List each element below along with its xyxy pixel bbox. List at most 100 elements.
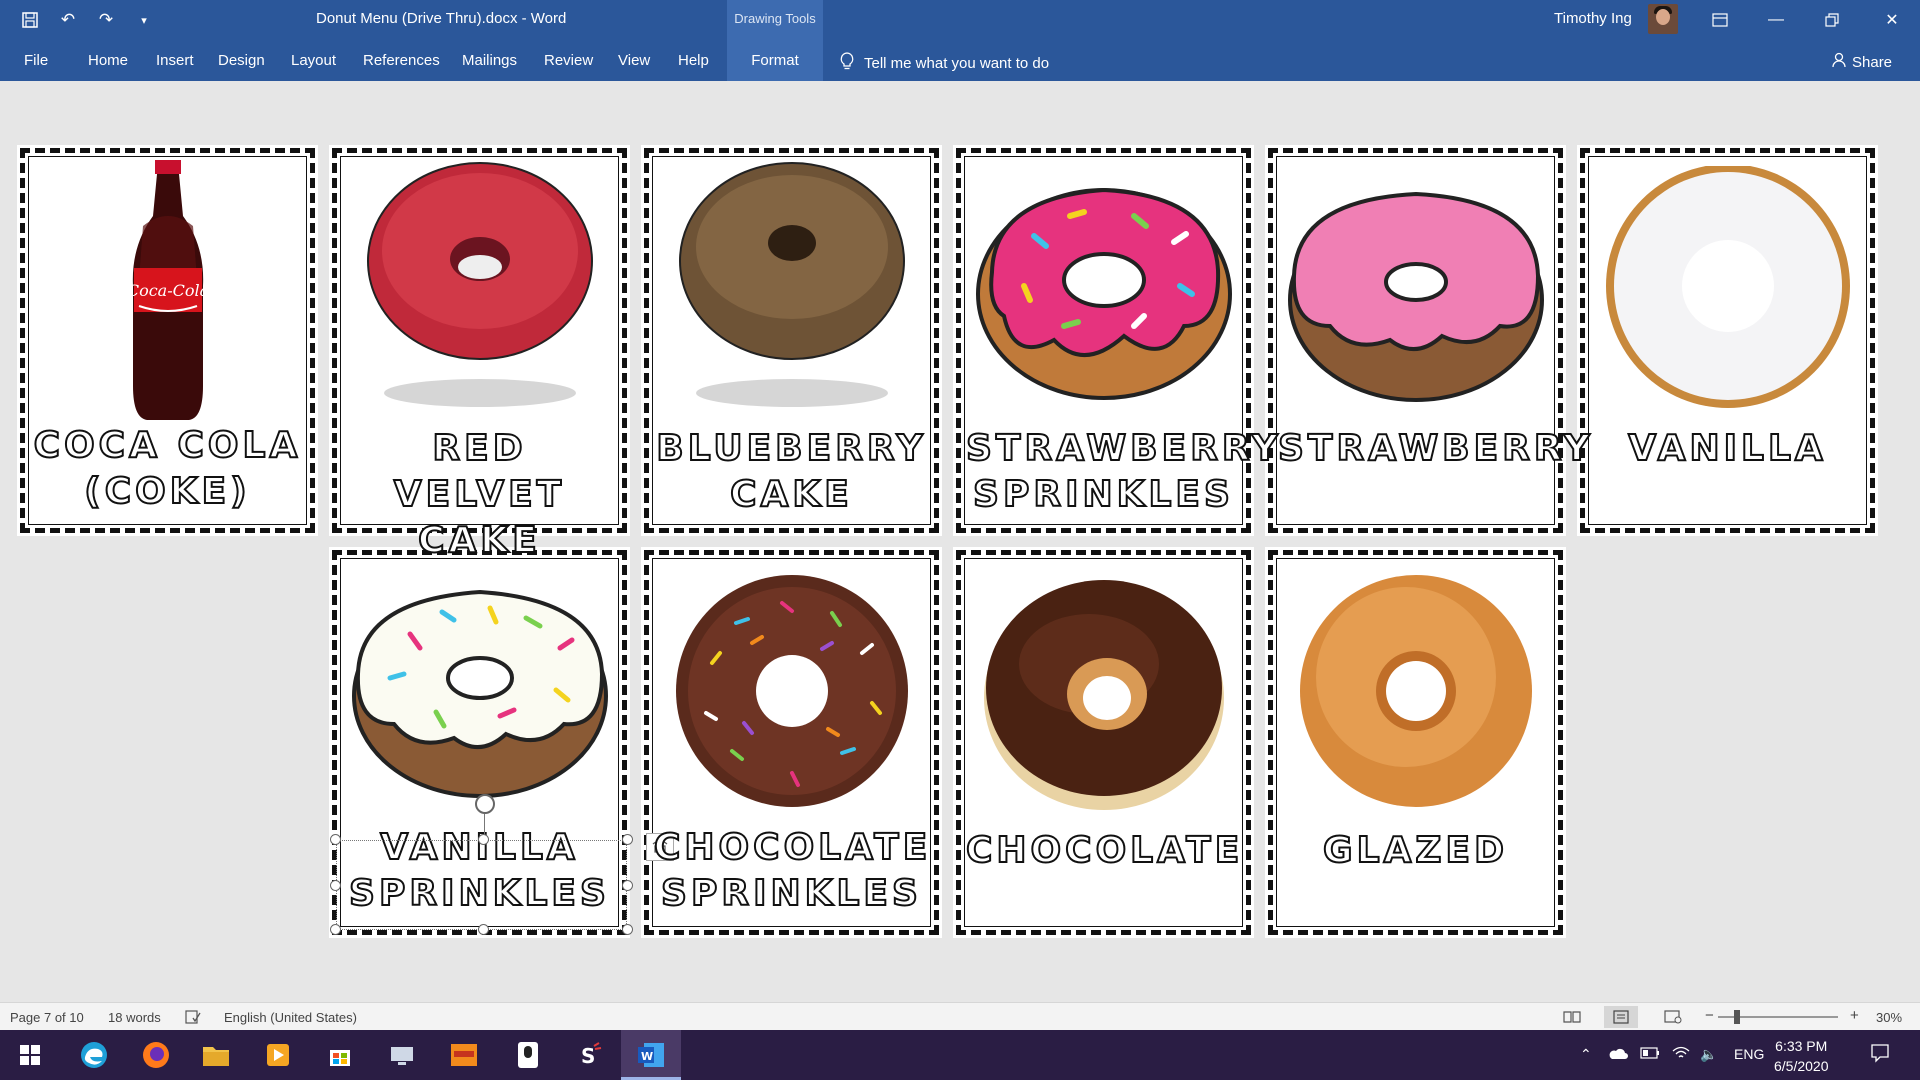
drawing-tools-context-label: Drawing Tools xyxy=(727,0,823,40)
close-icon[interactable]: ✕ xyxy=(1864,0,1920,40)
status-bar: Page 7 of 10 18 words English (United St… xyxy=(0,1002,1920,1030)
print-layout-icon[interactable] xyxy=(1604,1006,1638,1028)
file-explorer-icon[interactable] xyxy=(200,1039,232,1071)
snagit-icon[interactable]: S xyxy=(574,1039,606,1071)
mouse-app-icon[interactable] xyxy=(512,1039,544,1071)
page-indicator[interactable]: Page 7 of 10 xyxy=(10,1010,84,1025)
glazed-donut-icon[interactable] xyxy=(1276,558,1555,828)
store-icon[interactable] xyxy=(324,1039,356,1071)
person-icon xyxy=(1832,52,1846,72)
menu-card-glazed[interactable]: Glazed xyxy=(1265,547,1566,938)
tell-me-text: Tell me what you want to do xyxy=(864,54,1050,72)
strawberry-donut-icon[interactable] xyxy=(1276,156,1555,426)
web-layout-icon[interactable] xyxy=(1664,1010,1682,1027)
word-icon[interactable]: W xyxy=(635,1039,667,1071)
tab-insert[interactable]: Insert xyxy=(156,52,194,69)
resize-handle[interactable] xyxy=(330,880,341,891)
svg-text:S: S xyxy=(581,1044,595,1068)
tab-mailings[interactable]: Mailings xyxy=(462,52,517,69)
rotate-handle-icon[interactable] xyxy=(475,794,495,814)
chevron-up-icon[interactable]: ⌃ xyxy=(1580,1046,1592,1063)
document-title: Donut Menu (Drive Thru).docx - Word xyxy=(316,10,567,27)
tab-references[interactable]: References xyxy=(363,52,440,69)
blueberry-donut-icon[interactable] xyxy=(652,156,931,426)
word-count[interactable]: 18 words xyxy=(108,1010,161,1025)
clock[interactable]: 6:33 PM 6/5/2020 xyxy=(1774,1036,1829,1076)
tab-help[interactable]: Help xyxy=(678,52,709,69)
share-label: Share xyxy=(1852,53,1893,71)
tell-me-search[interactable]: Tell me what you want to do xyxy=(840,52,1049,74)
tab-home[interactable]: Home xyxy=(88,52,128,69)
menu-card-chocolate-sprinkles[interactable]: Chocolate Sprinkles xyxy=(641,547,942,938)
menu-card-chocolate[interactable]: Chocolate xyxy=(953,547,1254,938)
wifi-icon[interactable] xyxy=(1672,1046,1690,1063)
edge-icon[interactable] xyxy=(78,1039,110,1071)
zoom-out-icon[interactable]: − xyxy=(1705,1007,1714,1024)
zoom-in-icon[interactable]: + xyxy=(1850,1007,1859,1024)
windows-start-icon[interactable] xyxy=(14,1039,46,1071)
user-name[interactable]: Timothy Ing xyxy=(1554,10,1632,27)
tab-view[interactable]: View xyxy=(618,52,650,69)
menu-card-blueberry[interactable]: Blueberry Cake xyxy=(641,145,942,536)
share-button[interactable]: Share xyxy=(1832,52,1892,72)
vanilla-donut-icon[interactable] xyxy=(1588,156,1867,426)
resize-handle[interactable] xyxy=(478,924,489,935)
quick-access-toolbar: ↶ ↷ ▾ xyxy=(18,8,156,32)
remote-desktop-icon[interactable] xyxy=(386,1039,418,1071)
menu-card-coca-cola[interactable]: Coca-Cola Coca Cola (Coke) xyxy=(17,145,318,536)
menu-card-strawberry[interactable]: Strawberry xyxy=(1265,145,1591,536)
zoom-slider-thumb[interactable] xyxy=(1734,1010,1740,1024)
language-indicator[interactable]: English (United States) xyxy=(224,1010,357,1025)
zoom-level[interactable]: 30% xyxy=(1876,1010,1902,1025)
card-label: Blueberry Cake xyxy=(655,427,927,516)
tab-review[interactable]: Review xyxy=(544,52,593,69)
svg-text:Coca-Cola: Coca-Cola xyxy=(126,281,208,300)
resize-handle[interactable] xyxy=(330,924,341,935)
avatar[interactable] xyxy=(1648,4,1678,34)
menu-card-strawberry-sprinkles[interactable]: Strawberry Sprinkles xyxy=(953,145,1282,536)
tab-layout[interactable]: Layout xyxy=(291,52,336,69)
menu-card-vanilla[interactable]: Vanilla xyxy=(1577,145,1878,536)
sound-app-icon[interactable] xyxy=(448,1039,480,1071)
strawberry-sprinkles-donut-icon[interactable] xyxy=(964,156,1243,426)
menu-card-red-velvet[interactable]: Red Velvet Cake xyxy=(329,145,630,562)
lightbulb-icon xyxy=(840,52,854,74)
card-label: Strawberry Sprinkles xyxy=(965,427,1282,516)
proofing-icon[interactable] xyxy=(185,1010,201,1027)
red-velvet-donut-icon[interactable] xyxy=(340,156,619,426)
customize-toolbar-icon[interactable]: ▾ xyxy=(132,8,156,32)
onedrive-icon[interactable] xyxy=(1608,1046,1628,1063)
minimize-icon[interactable]: — xyxy=(1748,0,1804,40)
card-label: Vanilla xyxy=(1627,427,1827,470)
menu-card-vanilla-sprinkles[interactable]: Vanilla Sprinkles xyxy=(329,547,633,938)
restore-icon[interactable] xyxy=(1804,0,1860,40)
clock-date: 6/5/2020 xyxy=(1774,1058,1829,1074)
resize-handle[interactable] xyxy=(478,834,489,845)
taskbar: S W ⌃ 🔈 ENG 6:33 PM 6/5/2020 xyxy=(0,1030,1920,1080)
tab-design[interactable]: Design xyxy=(218,52,265,69)
resize-handle[interactable] xyxy=(330,834,341,845)
undo-icon[interactable]: ↶ xyxy=(56,8,80,32)
ribbon-tabs: File Home Insert Design Layout Reference… xyxy=(0,40,1920,81)
resize-handle[interactable] xyxy=(622,880,633,891)
redo-icon[interactable]: ↷ xyxy=(94,8,118,32)
coca-cola-bottle-icon[interactable]: Coca-Cola xyxy=(28,156,307,426)
ribbon-display-options-icon[interactable] xyxy=(1692,0,1748,40)
chocolate-sprinkles-donut-icon[interactable] xyxy=(652,558,931,828)
save-icon[interactable] xyxy=(18,8,42,32)
battery-icon[interactable] xyxy=(1640,1046,1660,1062)
textbox-selection[interactable] xyxy=(336,840,627,930)
chocolate-donut-icon[interactable] xyxy=(964,558,1243,828)
firefox-icon[interactable] xyxy=(140,1039,172,1071)
read-mode-icon[interactable] xyxy=(1563,1010,1581,1027)
document-canvas[interactable]: Coca-Cola Coca Cola (Coke) Red Velvet Ca… xyxy=(0,81,1920,1002)
resize-handle[interactable] xyxy=(622,924,633,935)
media-player-icon[interactable] xyxy=(262,1039,294,1071)
tab-file[interactable]: File xyxy=(24,52,48,69)
vanilla-sprinkles-donut-icon[interactable] xyxy=(340,558,619,828)
notifications-icon[interactable] xyxy=(1870,1043,1890,1066)
volume-icon[interactable]: 🔈 xyxy=(1700,1046,1717,1063)
tab-format[interactable]: Format xyxy=(727,40,823,81)
input-language[interactable]: ENG xyxy=(1734,1046,1764,1062)
resize-handle[interactable] xyxy=(622,834,633,845)
